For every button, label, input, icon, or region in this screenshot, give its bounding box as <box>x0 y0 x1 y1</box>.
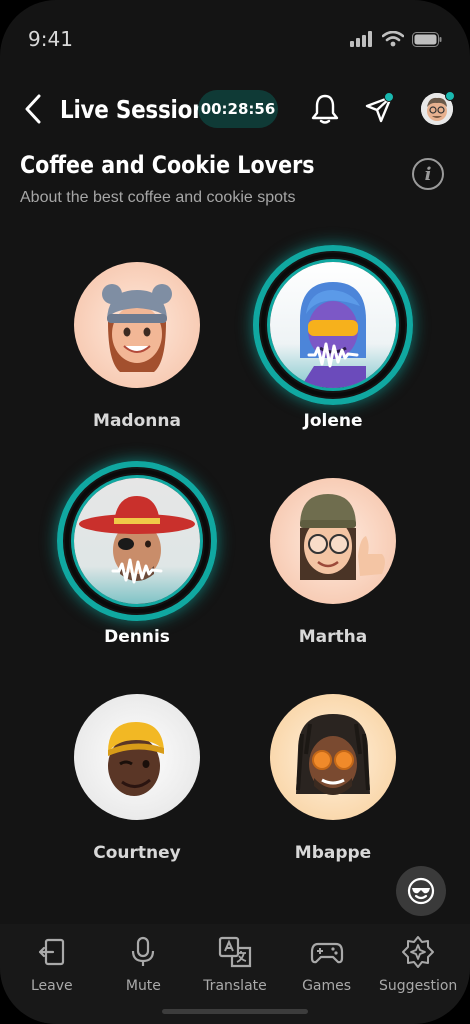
memoji-beanie-glasses-icon <box>270 478 396 604</box>
nav-label: Games <box>302 978 352 994</box>
page-title: Live Session <box>60 94 208 124</box>
memoji-dreads-sunglasses-icon <box>270 694 396 820</box>
nav-suggestion[interactable]: Suggestion <box>375 924 461 1024</box>
status-icons <box>350 31 442 47</box>
room-title: Coffee and Cookie Lovers <box>20 151 315 179</box>
memoji-yellow-durag-icon <box>74 694 200 820</box>
nav-label: Suggestion <box>379 978 458 994</box>
participant-courtney[interactable]: Courtney <box>47 677 227 863</box>
nav-label: Translate <box>203 978 267 994</box>
nav-label: Leave <box>30 978 73 994</box>
back-button[interactable] <box>20 91 46 127</box>
phone-screen: 9:41 Live Session 00:28:56 Coffee and Co… <box>0 0 470 1024</box>
session-header: Live Session 00:28:56 <box>20 86 456 132</box>
nav-leave[interactable]: Leave <box>9 924 95 1024</box>
participant-name: Courtney <box>93 843 181 863</box>
info-icon: i <box>424 163 432 185</box>
signal-icon <box>350 31 372 47</box>
bell-icon <box>311 94 339 124</box>
participant-martha[interactable]: Martha <box>243 461 423 647</box>
profile-button[interactable] <box>418 90 456 128</box>
reaction-button[interactable] <box>396 866 446 916</box>
participant-dennis[interactable]: Dennis <box>47 461 227 647</box>
cool-face-emoji-icon <box>407 877 435 905</box>
status-time: 9:41 <box>28 27 73 51</box>
home-indicator <box>162 1009 308 1014</box>
avatar <box>74 262 200 388</box>
room-subtitle: About the best coffee and cookie spots <box>20 189 296 206</box>
avatar <box>267 259 399 391</box>
participant-name: Martha <box>298 627 368 647</box>
participant-name: Madonna <box>93 411 181 431</box>
status-bar: 9:41 <box>28 24 442 54</box>
share-button[interactable] <box>360 90 398 128</box>
nav-label: Mute <box>125 978 161 994</box>
battery-icon <box>412 31 442 47</box>
participant-name: Jolene <box>303 411 363 431</box>
info-button[interactable]: i <box>412 158 444 190</box>
avatar <box>74 694 200 820</box>
notifications-button[interactable] <box>306 90 344 128</box>
translate-icon <box>218 936 252 968</box>
leave-icon <box>38 938 64 966</box>
participant-jolene[interactable]: Jolene <box>243 245 423 431</box>
online-dot <box>445 91 455 101</box>
notification-dot <box>384 92 394 102</box>
participant-mbappe[interactable]: Mbappe <box>243 677 423 863</box>
memoji-girl-bear-hat-icon <box>74 262 200 388</box>
chevron-left-icon <box>25 94 41 124</box>
participant-madonna[interactable]: Madonna <box>47 245 227 431</box>
avatar <box>71 475 203 607</box>
participant-name: Dennis <box>104 627 170 647</box>
voice-wave-icon <box>307 342 359 368</box>
avatar <box>270 478 396 604</box>
avatar <box>270 694 396 820</box>
microphone-icon <box>132 936 155 966</box>
sparkle-icon <box>402 936 435 968</box>
wifi-icon <box>382 31 404 47</box>
participant-name: Mbappe <box>294 843 372 863</box>
gamepad-icon <box>310 942 343 964</box>
session-timer: 00:28:56 <box>198 90 278 128</box>
voice-wave-icon <box>111 558 163 584</box>
